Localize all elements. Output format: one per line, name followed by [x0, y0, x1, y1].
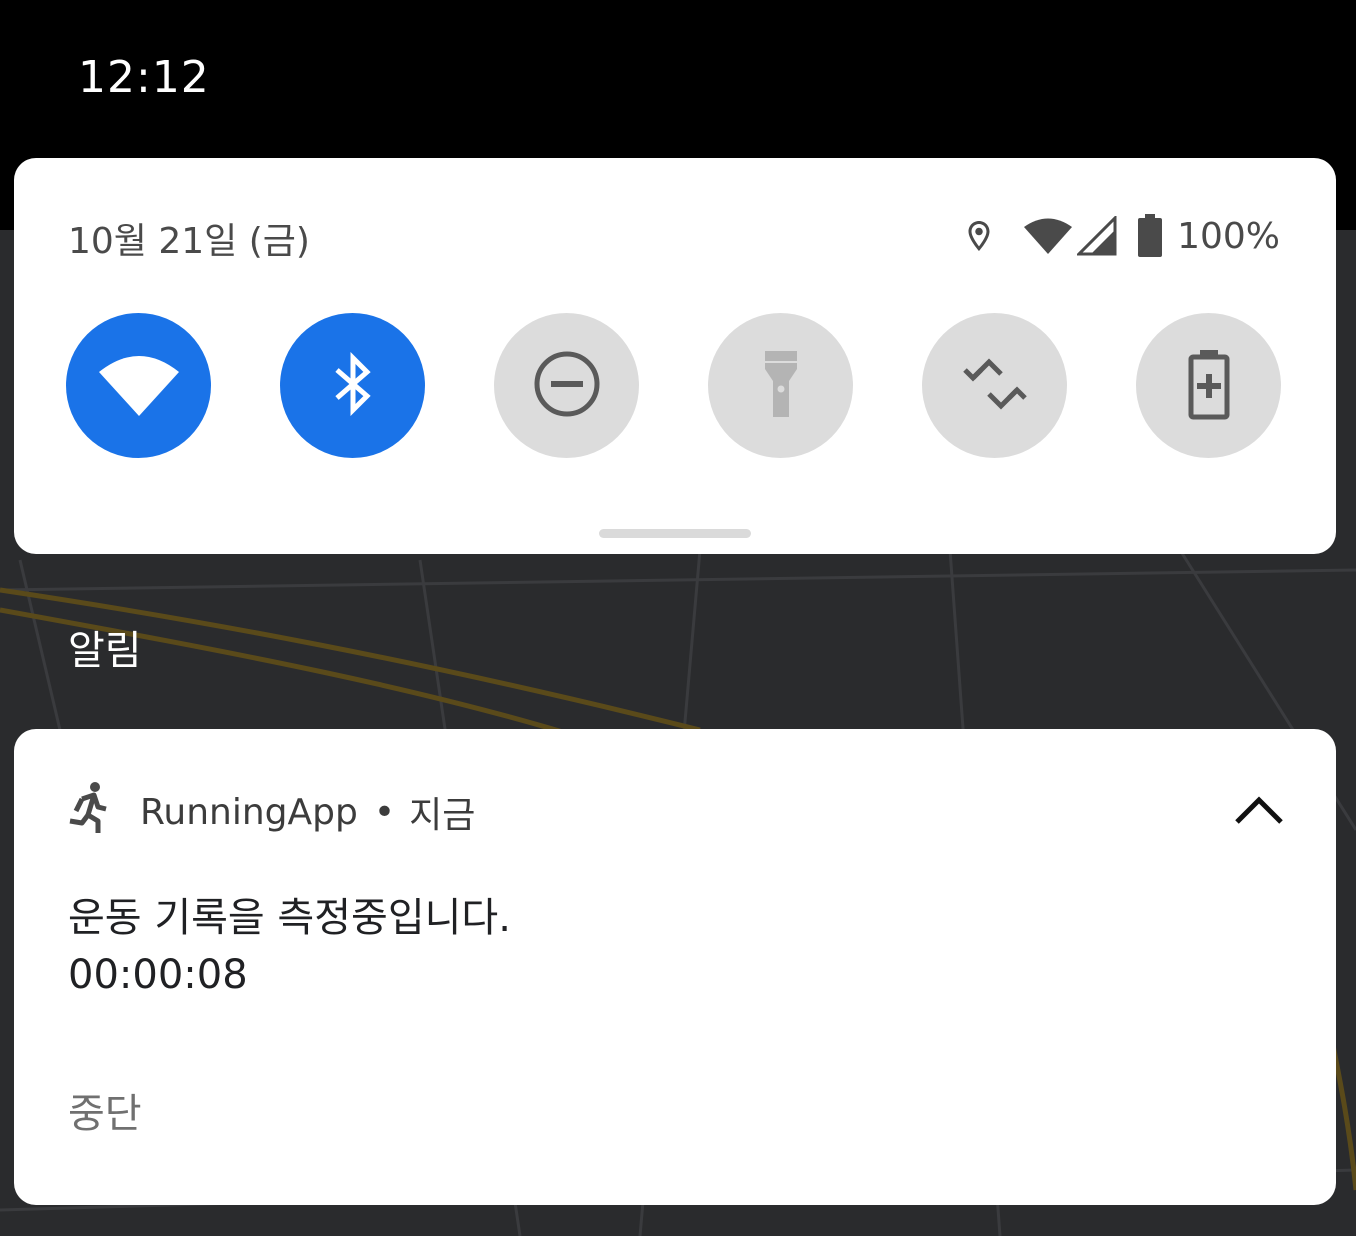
location-icon	[961, 216, 997, 256]
notification-body: 00:00:08	[68, 952, 248, 998]
tile-flashlight[interactable]	[708, 313, 853, 458]
tile-battery-saver[interactable]	[1136, 313, 1281, 458]
notification-time: 지금	[409, 795, 476, 836]
notification-card[interactable]: RunningApp • 지금 운동 기록을 측정중입니다. 00:00:08 …	[14, 729, 1336, 1205]
notification-header: RunningApp • 지금	[68, 781, 475, 843]
wifi-icon	[97, 350, 181, 422]
notification-separator: •	[373, 791, 396, 833]
battery-icon	[1137, 214, 1163, 258]
do-not-disturb-icon	[533, 350, 601, 422]
flashlight-icon	[761, 349, 801, 423]
qs-status-icons: 100%	[961, 210, 1280, 262]
chevron-up-icon	[1234, 795, 1284, 829]
stop-action-button[interactable]: 중단	[68, 1081, 142, 1139]
quick-settings-panel: 10월 21일 (금) 100%	[14, 158, 1336, 554]
cell-signal-icon	[1077, 216, 1117, 256]
battery-percent: 100%	[1177, 215, 1280, 257]
wifi-signal-icon	[1023, 216, 1073, 256]
battery-saver-icon	[1187, 348, 1231, 424]
notification-app-name: RunningApp	[140, 791, 358, 833]
auto-rotate-icon	[959, 348, 1031, 424]
quick-settings-tiles	[66, 313, 1286, 459]
tile-wifi[interactable]	[66, 313, 211, 458]
notification-title: 운동 기록을 측정중입니다.	[68, 895, 511, 941]
status-bar-clock: 12:12	[78, 52, 210, 103]
collapse-button[interactable]	[1224, 784, 1294, 840]
bluetooth-icon	[331, 351, 375, 420]
tile-bluetooth[interactable]	[280, 313, 425, 458]
qs-date[interactable]: 10월 21일 (금)	[68, 212, 310, 264]
running-person-icon	[68, 781, 112, 844]
notifications-section-title: 알림	[68, 628, 142, 674]
tile-do-not-disturb[interactable]	[494, 313, 639, 458]
qs-drag-handle[interactable]	[599, 529, 751, 538]
tile-auto-rotate[interactable]	[922, 313, 1067, 458]
